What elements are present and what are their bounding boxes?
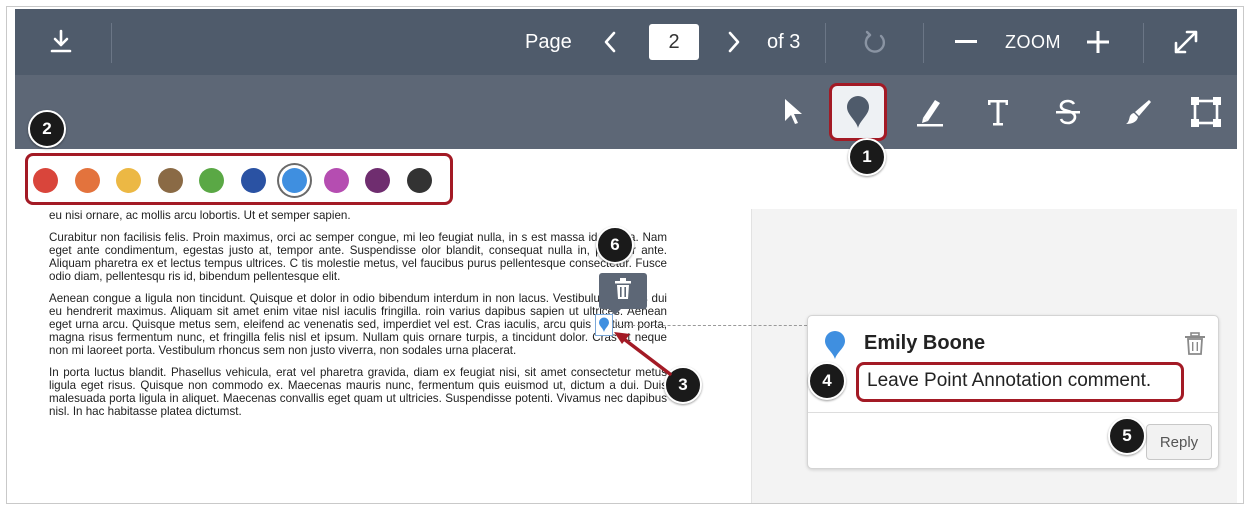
- annotation-connector: [617, 325, 807, 326]
- download-icon[interactable]: [43, 9, 79, 75]
- color-swatch[interactable]: [240, 168, 266, 193]
- rotate-icon[interactable]: [857, 9, 893, 75]
- page-count-label: of 3: [767, 31, 801, 53]
- area-icon[interactable]: [1177, 83, 1235, 141]
- callout-badge: 4: [808, 362, 846, 400]
- toolbar-divider: [111, 23, 112, 63]
- color-swatch[interactable]: [199, 168, 224, 193]
- fullscreen-icon[interactable]: [1169, 9, 1203, 75]
- callout-badge: 1: [848, 138, 886, 176]
- annotation-toolbar: [15, 75, 1237, 149]
- document-paragraph: Curabitur non facilisis felis. Proin max…: [49, 231, 667, 283]
- zoom-in-icon[interactable]: [1083, 9, 1113, 75]
- trash-icon[interactable]: [1184, 332, 1206, 361]
- reply-button[interactable]: Reply: [1146, 424, 1212, 460]
- top-toolbar: Page of 3 ZOOM: [15, 9, 1237, 75]
- color-swatch[interactable]: [365, 168, 390, 193]
- color-swatch[interactable]: [116, 168, 141, 193]
- document-paragraph: eu nisi ornare, ac mollis arcu lobortis.…: [49, 209, 351, 222]
- select-cursor-icon[interactable]: [763, 83, 821, 141]
- callout-badge: 5: [1108, 417, 1146, 455]
- color-swatch[interactable]: [33, 168, 58, 193]
- strikeout-icon[interactable]: [1039, 83, 1097, 141]
- page-number-input[interactable]: [649, 24, 699, 60]
- text-icon[interactable]: [969, 83, 1027, 141]
- zoom-label: ZOOM: [1005, 32, 1061, 52]
- card-divider: [808, 412, 1218, 413]
- color-swatch[interactable]: [323, 168, 349, 193]
- toolbar-divider: [825, 23, 826, 63]
- document-paragraph: Aenean congue a ligula non tincidunt. Qu…: [49, 292, 667, 357]
- toolbar-divider: [1143, 23, 1144, 63]
- zoom-out-icon[interactable]: [951, 9, 981, 75]
- page-label: Page: [525, 31, 572, 53]
- chevron-left-icon[interactable]: [595, 9, 625, 75]
- point-annotation-icon[interactable]: [829, 83, 887, 141]
- point-annotation-pin[interactable]: [595, 314, 613, 336]
- comment-author: Emily Boone: [864, 332, 986, 354]
- color-palette: [15, 149, 1237, 209]
- point-pin-icon: [824, 330, 846, 365]
- delete-annotation-popup[interactable]: [599, 273, 647, 315]
- trash-icon[interactable]: [614, 277, 632, 305]
- document-page: eu nisi ornare, ac mollis arcu lobortis.…: [49, 209, 667, 503]
- color-swatch[interactable]: [282, 168, 307, 193]
- callout-arrow: [614, 332, 672, 376]
- chevron-right-icon[interactable]: [719, 9, 749, 75]
- callout-badge: 6: [596, 226, 634, 264]
- document-paragraph: In porta luctus blandit. Phasellus vehic…: [49, 366, 667, 418]
- freedraw-icon[interactable]: [1109, 83, 1167, 141]
- highlight-icon[interactable]: [901, 83, 959, 141]
- color-swatch[interactable]: [406, 168, 432, 193]
- color-swatch[interactable]: [157, 168, 183, 193]
- comment-card: Emily Boone Leave Point Annotation comme…: [807, 315, 1219, 469]
- toolbar-divider: [923, 23, 924, 63]
- comment-text[interactable]: Leave Point Annotation comment.: [856, 362, 1184, 402]
- color-swatch[interactable]: [74, 168, 100, 193]
- callout-badge: 2: [28, 110, 66, 148]
